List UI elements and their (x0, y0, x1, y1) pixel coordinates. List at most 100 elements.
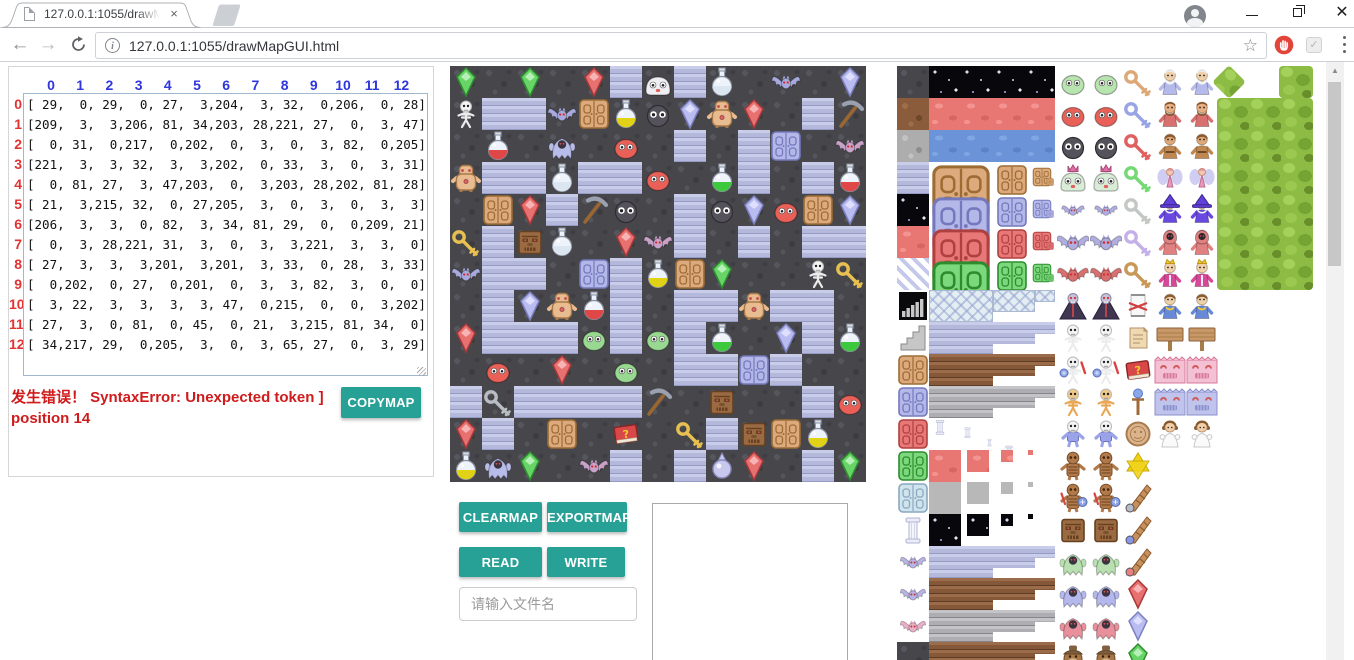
map-cell-green-gem[interactable] (514, 66, 546, 98)
tileset-sprite[interactable] (1057, 98, 1089, 130)
tileset-sprite[interactable] (1057, 322, 1089, 354)
map-cell-dark-floor[interactable] (514, 130, 546, 162)
tileset-item[interactable] (1122, 66, 1154, 98)
map-cell-brick-wall[interactable] (578, 162, 610, 194)
tileset-wall-brown[interactable] (1035, 354, 1055, 366)
tileset-item[interactable] (1122, 290, 1154, 322)
tileset-sprite[interactable] (1090, 418, 1122, 450)
tileset-door[interactable] (996, 228, 1028, 256)
map-cell-black-eyeball[interactable] (642, 98, 674, 130)
tileset-square-red[interactable] (1001, 450, 1013, 462)
tileset-sprite[interactable] (1090, 194, 1122, 226)
map-cell-brick-wall[interactable] (674, 66, 706, 98)
tileset-wall-lav[interactable] (1035, 322, 1055, 334)
tileset-item[interactable] (897, 418, 929, 450)
exportmap-button[interactable]: EXPORTMAP (547, 502, 627, 532)
map-cell-dark-floor[interactable] (770, 386, 802, 418)
map-cell-dark-floor[interactable] (642, 194, 674, 226)
map-cell-brick-wall[interactable] (610, 258, 642, 290)
tileset-character[interactable] (1154, 418, 1186, 450)
map-cell-pickaxe[interactable] (578, 194, 610, 226)
map-cell-brick-wall[interactable] (738, 130, 770, 162)
map-cell-brick-wall[interactable] (834, 226, 866, 258)
tileset-square-red[interactable] (967, 450, 989, 472)
map-cell-white-potion[interactable] (706, 66, 738, 98)
tileset-character[interactable] (1154, 290, 1186, 322)
tileset-wall-brown[interactable] (929, 354, 993, 386)
tileset-sprite[interactable] (1090, 514, 1122, 546)
map-cell-brick-wall[interactable] (610, 386, 642, 418)
tileset-sprite[interactable] (1090, 354, 1122, 386)
window-restore-button[interactable] (1282, 0, 1312, 26)
map-cell-dark-floor[interactable] (450, 194, 482, 226)
tileset-sign[interactable] (1186, 322, 1218, 354)
tileset-character[interactable] (1154, 130, 1186, 162)
tileset-wall-lav[interactable] (993, 546, 1035, 568)
tileset-sprite[interactable] (1057, 642, 1089, 660)
map-cell-totem-face[interactable] (514, 226, 546, 258)
tileset-wall-brown[interactable] (993, 642, 1035, 660)
map-cell-brick-wall[interactable] (738, 226, 770, 258)
map-cell-yellow-potion[interactable] (802, 418, 834, 450)
tileset-door[interactable] (1046, 237, 1054, 247)
map-cell-dark-floor[interactable] (834, 354, 866, 386)
map-cell-red-gem[interactable] (450, 418, 482, 450)
tileset-wall-gray[interactable] (1035, 610, 1055, 622)
map-cell-dark-floor[interactable] (546, 258, 578, 290)
tileset-wall-brown[interactable] (1035, 578, 1055, 590)
map-cell-tan-door[interactable] (546, 418, 578, 450)
tileset-character[interactable] (1154, 66, 1186, 98)
map-cell-dark-floor[interactable] (482, 66, 514, 98)
map-cell-dark-floor[interactable] (578, 418, 610, 450)
tileset-sprite[interactable] (1090, 258, 1122, 290)
map-cell-brick-wall[interactable] (802, 386, 834, 418)
map-cell-pickaxe[interactable] (834, 98, 866, 130)
tileset-item[interactable] (1122, 450, 1154, 482)
tileset-sprite[interactable] (1057, 194, 1089, 226)
tileset-sprite[interactable] (1057, 482, 1089, 514)
map-cell-dark-floor[interactable] (578, 354, 610, 386)
map-cell-purple-bat[interactable] (546, 98, 578, 130)
tileset-square-night[interactable] (1028, 514, 1033, 519)
map-cell-golem[interactable] (706, 98, 738, 130)
tileset-sprite[interactable] (1057, 418, 1089, 450)
map-cell-skeleton[interactable] (802, 258, 834, 290)
tileset-sprite[interactable] (1057, 354, 1089, 386)
map-cell-dark-floor[interactable] (450, 354, 482, 386)
map-cell-purple-bat[interactable] (770, 66, 802, 98)
map-cell-brick-wall[interactable] (674, 354, 706, 386)
map-cell-brick-wall[interactable] (514, 162, 546, 194)
back-icon[interactable]: ← (8, 33, 32, 57)
tileset-item[interactable] (1122, 642, 1154, 660)
tileset-character[interactable] (1186, 162, 1218, 194)
map-cell-tan-door[interactable] (674, 258, 706, 290)
map-cell-brick-wall[interactable] (610, 66, 642, 98)
window-minimize-button[interactable] (1237, 0, 1267, 26)
map-cell-brick-wall[interactable] (610, 450, 642, 482)
map-cell-white-slime[interactable] (642, 66, 674, 98)
map-cell-brick-wall[interactable] (674, 290, 706, 322)
tileset-item[interactable] (1122, 514, 1154, 546)
tileset-square-night[interactable] (1001, 514, 1013, 526)
map-cell-brick-wall[interactable] (514, 98, 546, 130)
tileset-pillar[interactable] (931, 418, 949, 450)
tileset-sprite[interactable] (1057, 226, 1089, 258)
tileset-item[interactable] (897, 578, 929, 610)
map-cell-dark-floor[interactable] (450, 290, 482, 322)
map-cell-red-slime[interactable] (610, 130, 642, 162)
tileset-door[interactable] (930, 227, 992, 257)
map-cell-dark-floor[interactable] (642, 290, 674, 322)
map-cell-brick-wall[interactable] (802, 162, 834, 194)
tileset-item[interactable] (1122, 226, 1154, 258)
map-cell-spell-book[interactable]: ? (610, 418, 642, 450)
map-cell-green-slime[interactable] (578, 322, 610, 354)
map-cell-dark-floor[interactable] (642, 130, 674, 162)
map-cell-red-gem[interactable] (546, 354, 578, 386)
extension-hand-icon[interactable] (1274, 35, 1294, 55)
clearmap-button[interactable]: CLEARMAP (459, 502, 542, 532)
tileset-sprite[interactable] (1057, 386, 1089, 418)
extension-check-icon[interactable]: ✓ (1306, 37, 1322, 53)
map-cell-dark-floor[interactable] (738, 322, 770, 354)
map-cell-brick-wall[interactable] (514, 386, 546, 418)
tileset-character[interactable] (1186, 130, 1218, 162)
